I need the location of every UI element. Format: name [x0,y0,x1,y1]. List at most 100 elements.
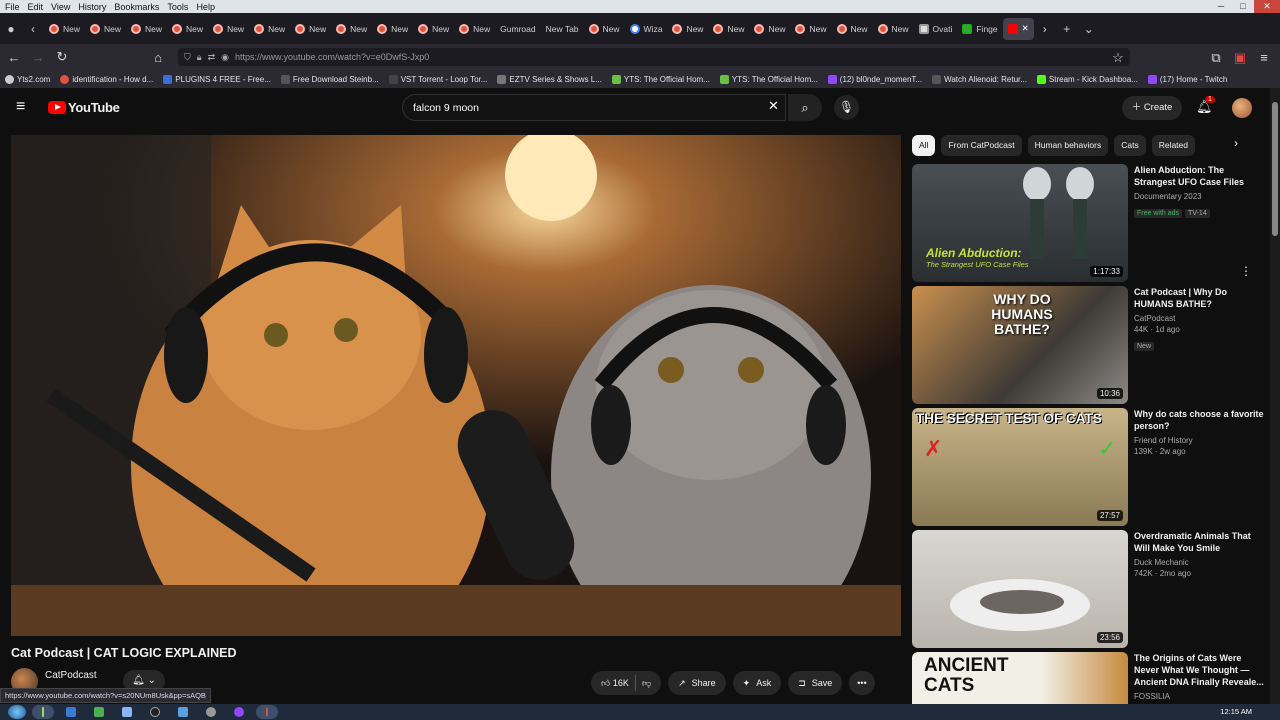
recommendation-info[interactable]: Overdramatic Animals That Will Make You … [1134,530,1264,579]
more-vertical-icon[interactable]: ⋮ [1240,264,1252,278]
recommendation-info[interactable]: Why do cats choose a favorite person? Fr… [1134,408,1264,457]
bookmark-item[interactable]: Watch Alienoid: Retur... [927,74,1032,84]
tab-item[interactable]: New [832,18,873,40]
tab-item[interactable]: Wiza [625,18,668,40]
chip-related[interactable]: Related [1151,135,1196,156]
tab-item[interactable]: New [708,18,749,40]
tab-item[interactable]: New [290,18,331,40]
tab-item[interactable]: New [249,18,290,40]
site-info-icon[interactable]: ◉ [221,52,229,63]
voice-search-button[interactable]: 🎙︎ [834,95,859,120]
like-button[interactable]: 👍︎ 16K [601,678,629,689]
taskbar-item[interactable] [32,705,54,719]
tab-scroll-right-icon[interactable]: › [1034,22,1056,36]
tab-item[interactable]: Finge [957,18,1002,40]
minimize-button[interactable]: ─ [1210,0,1232,13]
recommendation-thumbnail[interactable]: WHY DO HUMANS BATHE? 10:36 [912,286,1128,404]
tab-scroll-left-icon[interactable]: ‹ [22,22,44,36]
menu-help[interactable]: Help [196,2,215,12]
save-button[interactable]: ⊐ Save [788,671,843,695]
bookmark-item[interactable]: PLUGINS 4 FREE - Free... [158,74,276,84]
tab-item[interactable]: New [749,18,790,40]
tab-item[interactable]: New [667,18,708,40]
taskbar-item[interactable] [172,705,194,719]
list-tabs-icon[interactable]: ⌄ [1078,22,1100,36]
start-button[interactable] [8,705,26,719]
tab-item[interactable]: New [208,18,249,40]
menu-edit[interactable]: Edit [28,2,44,12]
recommendation-thumbnail[interactable]: ANCIENT CATS [912,652,1128,704]
tab-item[interactable]: New [44,18,85,40]
share-button[interactable]: ↗ Share [668,671,726,695]
taskbar-item[interactable] [228,705,250,719]
recommendation-thumbnail[interactable]: Alien Abduction: The Strangest UFO Case … [912,164,1128,282]
chip-human-behaviors[interactable]: Human behaviors [1027,135,1109,156]
tab-item[interactable]: New [790,18,831,40]
taskbar-item-firefox[interactable] [256,705,278,719]
video-player[interactable] [11,135,901,636]
menu-view[interactable]: View [51,2,70,12]
permissions-icon[interactable]: ⇄ [208,52,216,63]
bookmark-item[interactable]: VST Torrent - Loop Tor... [384,74,493,84]
bookmark-item[interactable]: YTS: The Official Hom... [607,74,715,84]
taskbar-item[interactable] [116,705,138,719]
close-window-button[interactable]: ✕ [1254,0,1280,13]
taskbar-item[interactable] [200,705,222,719]
forward-icon[interactable]: → [26,50,50,65]
maximize-button[interactable]: □ [1232,0,1254,13]
tab-active-youtube[interactable]: ✕ [1002,17,1034,40]
taskbar-item[interactable] [60,705,82,719]
chip-from-channel[interactable]: From CatPodcast [941,135,1022,156]
shield-icon[interactable]: ⛉ [184,52,191,63]
taskbar-item[interactable] [88,705,110,719]
bookmark-item[interactable]: EZTV Series & Shows L... [492,74,606,84]
tab-close-icon[interactable]: ✕ [1022,23,1029,34]
extensions-icon[interactable]: ⧉ [1204,50,1228,66]
tab-item[interactable]: New [454,18,495,40]
tab-item[interactable]: New [85,18,126,40]
account-avatar[interactable] [1232,98,1252,118]
youtube-logo[interactable]: YouTube [48,100,120,115]
page-scrollbar[interactable] [1270,88,1280,704]
lock-icon[interactable]: 🔒︎ [197,52,202,63]
address-bar[interactable]: ⛉ 🔒︎ ⇄ ◉ https://www.youtube.com/watch?v… [178,48,1130,66]
bookmark-item[interactable]: Free Download Steinb... [276,74,384,84]
search-input[interactable]: falcon 9 moon [402,94,786,121]
more-actions-button[interactable]: ••• [849,671,875,695]
bookmark-star-icon[interactable]: ☆ [1106,50,1130,66]
tab-item[interactable]: New Tab [541,18,584,40]
chip-all[interactable]: All [912,135,936,156]
bookmark-item[interactable]: Stream - Kick Dashboa... [1032,74,1143,84]
recommendation-info[interactable]: The Origins of Cats Were Never What We T… [1134,652,1264,702]
recommendation-thumbnail[interactable]: THE SECRET TEST OF CATS ✗ ✓ 27:57 [912,408,1128,526]
tab-item[interactable]: Gumroad [495,18,540,40]
tab-item[interactable]: Ovati [914,18,958,40]
tab-item[interactable]: New [873,18,914,40]
bookmark-item[interactable]: Yts2.com [0,74,55,84]
chevron-right-icon[interactable]: › [1234,136,1238,150]
clear-search-icon[interactable]: ✕ [768,98,779,114]
bookmark-item[interactable]: (17) Home - Twitch [1143,74,1232,84]
menu-tools[interactable]: Tools [167,2,188,12]
tab-item[interactable]: New [584,18,625,40]
dislike-button[interactable]: 👎︎ [642,678,651,689]
menu-history[interactable]: History [78,2,106,12]
bookmark-item[interactable]: (12) bl0nde_momenT... [823,74,927,84]
chip-cats[interactable]: Cats [1114,135,1146,156]
back-icon[interactable]: ← [2,50,26,65]
tab-item[interactable]: New [372,18,413,40]
new-tab-icon[interactable]: + [1056,22,1078,36]
recommendation-info[interactable]: Alien Abduction: The Strangest UFO Case … [1134,164,1264,220]
menu-bookmarks[interactable]: Bookmarks [114,2,159,12]
channel-name[interactable]: CatPodcast [45,670,97,681]
search-button[interactable]: ⌕ [788,94,822,121]
create-button[interactable]: ＋ Create [1122,96,1182,120]
reload-icon[interactable]: ↻ [50,49,74,65]
menu-file[interactable]: File [5,2,20,12]
tab-item[interactable]: New [331,18,372,40]
ask-button[interactable]: ✦ Ask [732,671,782,695]
scrollbar-thumb[interactable] [1272,102,1278,236]
tab-item[interactable]: New [126,18,167,40]
tab-item[interactable]: New [167,18,208,40]
recommendation-thumbnail[interactable]: 23:56 [912,530,1128,648]
